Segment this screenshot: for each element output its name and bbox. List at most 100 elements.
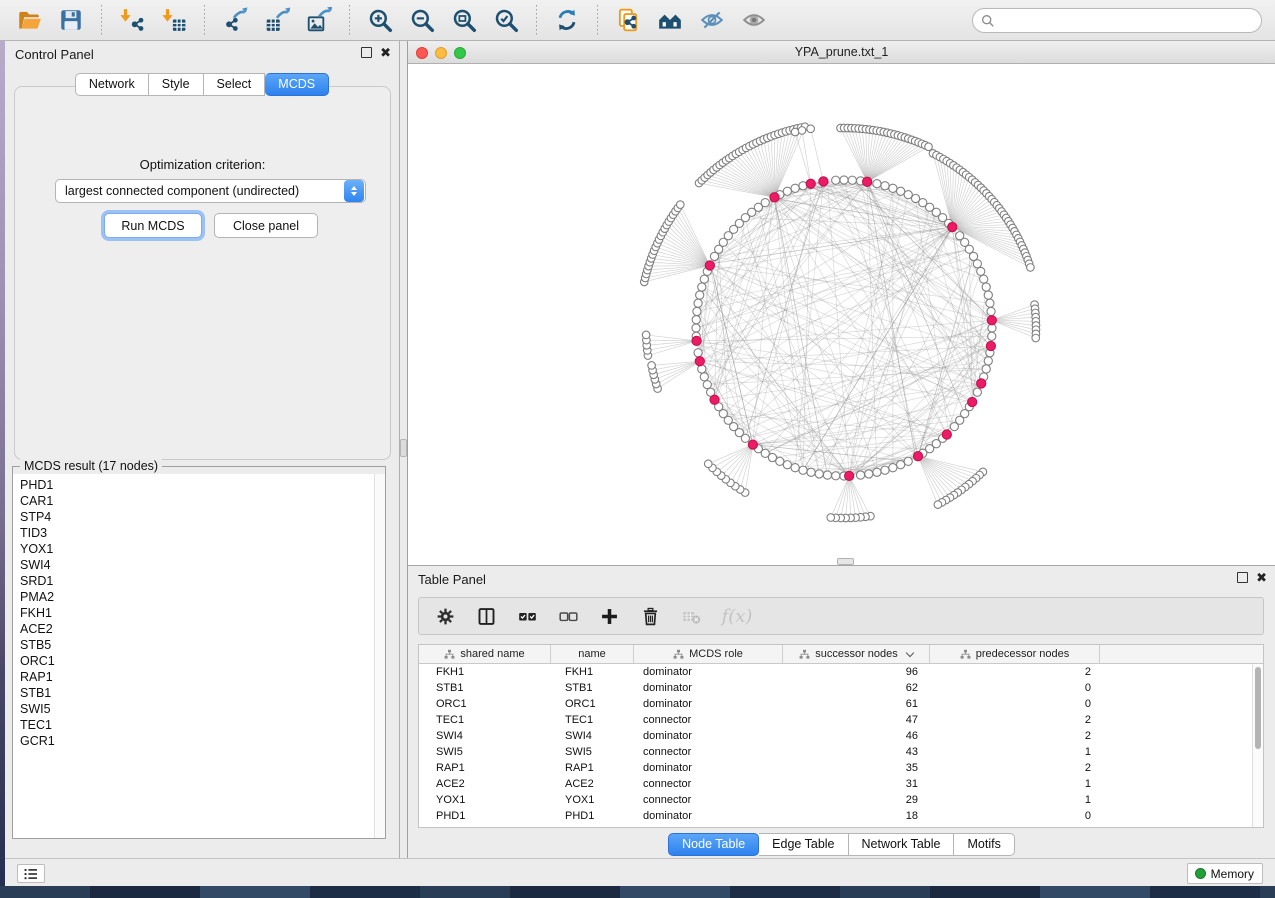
import-network-icon[interactable] xyxy=(117,5,147,35)
table-row[interactable]: STB1STB1dominator620 xyxy=(419,680,1263,696)
network-node[interactable] xyxy=(881,466,889,474)
mcds-result-item[interactable]: YOX1 xyxy=(13,541,385,557)
network-node[interactable] xyxy=(840,176,848,184)
mcds-hub-node[interactable] xyxy=(948,222,957,231)
scrollbar-thumb[interactable] xyxy=(1255,667,1261,749)
network-node[interactable] xyxy=(791,184,799,192)
leaf-node[interactable] xyxy=(1032,334,1040,342)
tab-network-table[interactable]: Network Table xyxy=(849,833,955,856)
table-row[interactable]: ACE2ACE2connector311 xyxy=(419,776,1263,792)
leaf-node[interactable] xyxy=(648,362,656,370)
column-header-mcds-role[interactable]: MCDS role xyxy=(634,645,783,663)
table-row[interactable]: SWI5SWI5connector431 xyxy=(419,744,1263,760)
float-panel-icon[interactable] xyxy=(1237,572,1248,583)
network-node[interactable] xyxy=(848,176,856,184)
mcds-result-item[interactable]: PHD1 xyxy=(13,477,385,493)
network-node[interactable] xyxy=(815,470,823,478)
import-table-icon[interactable] xyxy=(159,5,189,35)
refresh-icon[interactable] xyxy=(552,5,582,35)
tab-network[interactable]: Network xyxy=(75,73,149,96)
network-node[interactable] xyxy=(984,357,992,365)
mcds-hub-node[interactable] xyxy=(695,357,704,366)
column-header-shared-name[interactable]: shared name xyxy=(419,645,551,663)
network-node[interactable] xyxy=(700,275,708,283)
export-network-icon[interactable] xyxy=(220,5,250,35)
leaf-node[interactable] xyxy=(676,201,684,209)
network-node[interactable] xyxy=(823,471,831,479)
mcds-hub-node[interactable] xyxy=(845,471,854,480)
network-node[interactable] xyxy=(696,291,704,299)
close-panel-button[interactable]: Close panel xyxy=(214,213,318,238)
tab-mcds[interactable]: MCDS xyxy=(265,73,329,96)
network-node[interactable] xyxy=(783,187,791,195)
mcds-hub-node[interactable] xyxy=(748,440,757,449)
mcds-hub-node[interactable] xyxy=(913,452,922,461)
mcds-hub-node[interactable] xyxy=(806,179,815,188)
tab-motifs[interactable]: Motifs xyxy=(954,833,1014,856)
network-node[interactable] xyxy=(703,381,711,389)
mcds-hub-node[interactable] xyxy=(710,395,719,404)
criterion-select[interactable]: largest connected component (undirected) xyxy=(55,179,366,203)
add-column-icon[interactable] xyxy=(597,604,621,628)
mcds-result-item[interactable]: STP4 xyxy=(13,509,385,525)
network-node[interactable] xyxy=(807,468,815,476)
open-file-icon[interactable] xyxy=(14,5,44,35)
network-node[interactable] xyxy=(856,471,864,479)
show-panels-icon[interactable] xyxy=(655,5,685,35)
deselect-all-icon[interactable] xyxy=(556,604,580,628)
network-node[interactable] xyxy=(692,316,700,324)
leaf-node[interactable] xyxy=(642,331,650,339)
zoom-in-icon[interactable] xyxy=(365,5,395,35)
splitter-handle[interactable] xyxy=(400,439,407,457)
network-node[interactable] xyxy=(873,468,881,476)
horizontal-splitter-handle[interactable] xyxy=(837,558,854,565)
mcds-result-item[interactable]: TEC1 xyxy=(13,717,385,733)
network-node[interactable] xyxy=(881,182,889,190)
mcds-hub-node[interactable] xyxy=(942,430,951,439)
table-row[interactable]: SWI4SWI4dominator462 xyxy=(419,728,1263,744)
run-mcds-button[interactable]: Run MCDS xyxy=(104,213,202,238)
leaf-node[interactable] xyxy=(925,143,933,151)
mcds-list-scrollbar[interactable] xyxy=(374,474,385,838)
network-node[interactable] xyxy=(982,283,990,291)
network-node[interactable] xyxy=(973,260,981,268)
mcds-hub-node[interactable] xyxy=(863,177,872,186)
network-node[interactable] xyxy=(832,472,840,480)
mcds-hub-node[interactable] xyxy=(968,397,977,406)
export-image-icon[interactable] xyxy=(304,5,334,35)
mcds-hub-node[interactable] xyxy=(770,193,779,202)
mcds-hub-node[interactable] xyxy=(692,336,701,345)
table-settings-icon[interactable] xyxy=(433,604,457,628)
mcds-hub-node[interactable] xyxy=(987,316,996,325)
mcds-result-item[interactable]: FKH1 xyxy=(13,605,385,621)
column-header-name[interactable]: name xyxy=(551,645,634,663)
leaf-node[interactable] xyxy=(798,127,806,135)
network-node[interactable] xyxy=(692,324,700,332)
mcds-result-item[interactable]: SRD1 xyxy=(13,573,385,589)
leaf-node[interactable] xyxy=(704,460,712,468)
network-node[interactable] xyxy=(873,180,881,188)
network-node[interactable] xyxy=(889,184,897,192)
mcds-result-list[interactable]: PHD1CAR1STP4TID3YOX1SWI4SRD1PMA2FKH1ACE2… xyxy=(13,474,385,838)
mcds-result-item[interactable]: STB5 xyxy=(13,637,385,653)
mcds-result-item[interactable]: CAR1 xyxy=(13,493,385,509)
birds-eye-icon[interactable] xyxy=(739,5,769,35)
select-all-icon[interactable] xyxy=(515,604,539,628)
network-node[interactable] xyxy=(694,349,702,357)
table-row[interactable]: TEC1TEC1connector472 xyxy=(419,712,1263,728)
mcds-result-item[interactable]: TID3 xyxy=(13,525,385,541)
mcds-result-item[interactable]: SWI4 xyxy=(13,557,385,573)
mcds-result-item[interactable]: PMA2 xyxy=(13,589,385,605)
network-node[interactable] xyxy=(988,332,996,340)
column-header-predecessor-nodes[interactable]: predecessor nodes xyxy=(930,645,1100,663)
network-node[interactable] xyxy=(897,187,905,195)
tab-node-table[interactable]: Node Table xyxy=(668,833,759,856)
network-node[interactable] xyxy=(889,464,897,472)
export-table-icon[interactable] xyxy=(262,5,292,35)
zoom-out-icon[interactable] xyxy=(407,5,437,35)
network-node[interactable] xyxy=(761,199,769,207)
table-scrollbar[interactable] xyxy=(1252,664,1263,827)
network-node[interactable] xyxy=(987,307,995,315)
column-panel-icon[interactable] xyxy=(474,604,498,628)
network-node[interactable] xyxy=(973,388,981,396)
